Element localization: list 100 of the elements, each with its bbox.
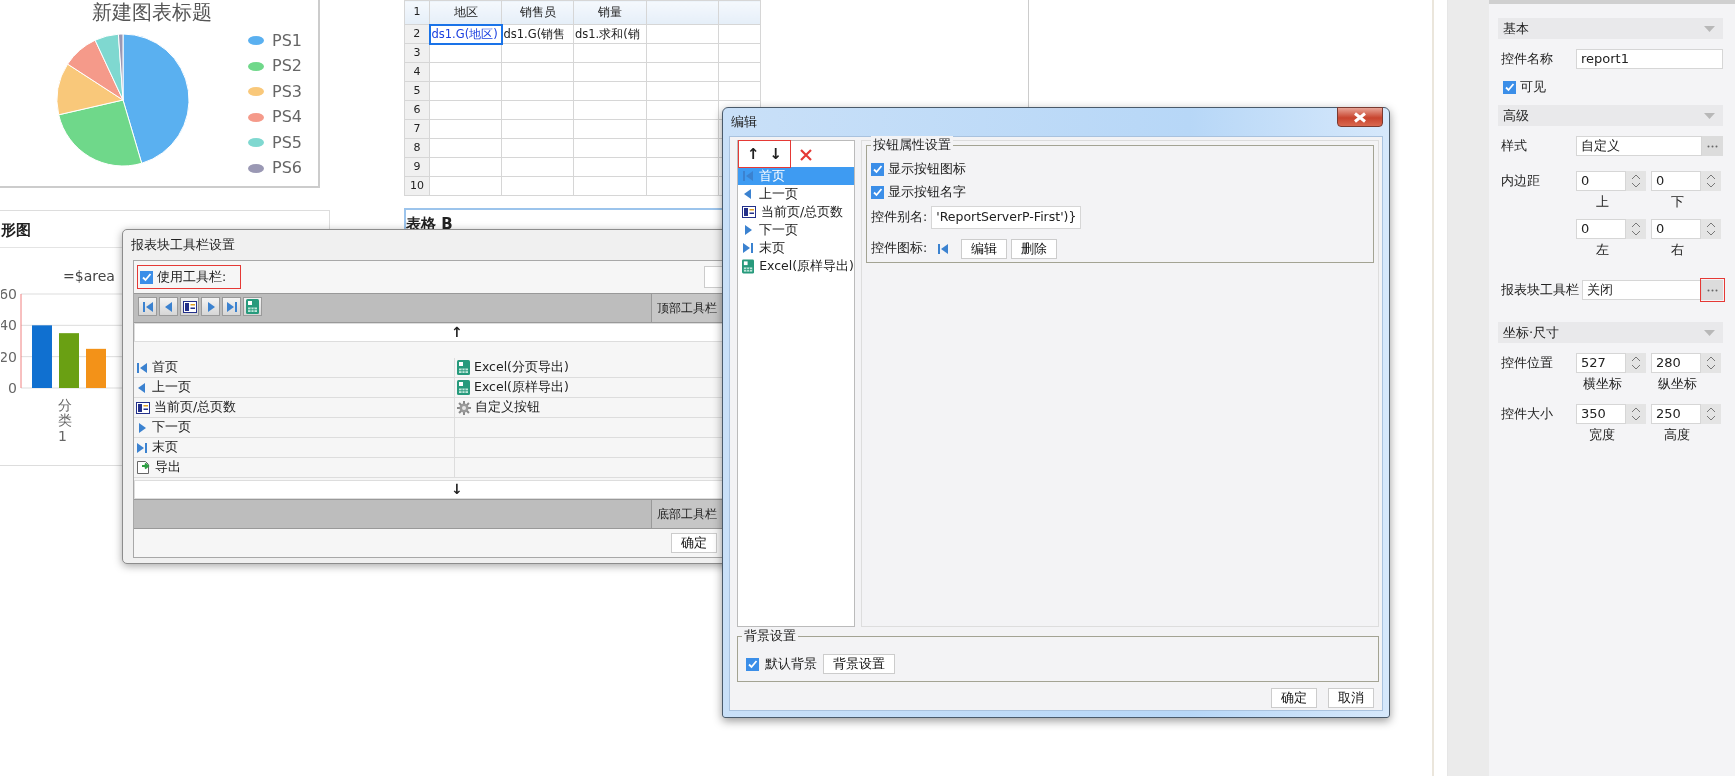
toolbar-label: 顶部工具栏	[657, 300, 717, 317]
section-header[interactable]: 坐标·尺寸	[1498, 322, 1723, 343]
spin-button[interactable]	[1701, 404, 1721, 424]
dialog-button[interactable]: 编辑	[961, 238, 1008, 259]
field-caption: 右	[1669, 241, 1685, 260]
spin-arrows-icon	[1631, 173, 1641, 189]
section-title: 坐标·尺寸	[1503, 323, 1560, 342]
number-field[interactable]: 0	[1651, 171, 1701, 191]
text-field[interactable]: report1	[1576, 49, 1723, 69]
number-field[interactable]: 527	[1576, 353, 1626, 373]
skip-end-icon	[136, 441, 148, 454]
field-label: 控件别名:	[871, 208, 928, 227]
text-field[interactable]: 'ReportServerP-First')}	[931, 206, 1082, 229]
close-icon	[1353, 111, 1367, 123]
more-icon	[1707, 288, 1718, 292]
list-item[interactable]: 下一页	[738, 221, 854, 239]
table-cell[interactable]: ds1.求和(销	[573, 24, 647, 44]
bar	[32, 325, 52, 388]
section-header[interactable]: 基本	[1498, 18, 1723, 39]
legend-label: PS2	[272, 55, 302, 78]
column-header: 销售员	[501, 0, 574, 25]
spin-button[interactable]	[1626, 404, 1646, 424]
close-button[interactable]	[1337, 107, 1383, 127]
spin-button[interactable]	[1701, 219, 1721, 239]
dialog-button[interactable]: 确定	[1271, 688, 1317, 708]
toolbar-button[interactable]	[180, 297, 199, 316]
dialog-button[interactable]: 背景设置	[823, 654, 895, 674]
table-cell[interactable]: ds1.G(销售	[501, 24, 574, 44]
chart-title: =$area	[63, 268, 115, 284]
table-cell[interactable]: ds1.G(地区)	[429, 24, 502, 44]
spin-button[interactable]	[1701, 353, 1721, 373]
skip-start-icon	[136, 361, 148, 374]
list-item[interactable]: 下一页	[134, 418, 455, 438]
move-up-arrow[interactable]: ↑	[451, 324, 463, 341]
skip-start-icon	[937, 242, 950, 255]
dialog-button[interactable]: 删除	[1011, 238, 1058, 259]
move-down-button[interactable]: ↓	[769, 145, 783, 163]
skip-start-icon	[742, 170, 754, 182]
spin-button[interactable]	[1626, 219, 1646, 239]
legend-label: PS3	[272, 80, 302, 103]
field-label: 控件图标:	[871, 239, 928, 258]
spin-button[interactable]	[1701, 171, 1721, 191]
legend-label: PS5	[272, 131, 302, 154]
list-item[interactable]: 当前页/总页数	[134, 398, 455, 418]
list-item[interactable]: Excel(原样导出)	[738, 257, 854, 275]
number-field[interactable]: 250	[1651, 404, 1701, 424]
spin-button[interactable]	[1626, 171, 1646, 191]
skip-end-icon	[742, 242, 754, 254]
spin-arrows-icon	[1631, 221, 1641, 237]
legend-label: PS1	[272, 29, 302, 52]
column-header: 销量	[573, 0, 647, 25]
section-header[interactable]: 高级	[1498, 105, 1723, 126]
list-item[interactable]: 首页	[134, 358, 455, 378]
bar	[86, 348, 106, 388]
number-field[interactable]: 350	[1576, 404, 1626, 424]
spin-arrows-icon	[1706, 355, 1716, 371]
list-item[interactable]: 上一页	[134, 378, 455, 398]
move-down-arrow[interactable]: ↓	[451, 481, 463, 498]
field-label: 样式	[1500, 136, 1528, 155]
section-title: 高级	[1503, 106, 1529, 125]
text-field[interactable]: 自定义	[1576, 136, 1702, 156]
skip-end-icon	[225, 300, 238, 313]
checkbox[interactable]	[746, 657, 759, 671]
number-field[interactable]: 0	[1576, 219, 1626, 239]
text-field[interactable]: 关闭	[1582, 280, 1702, 300]
toolbar-label: 底部工具栏	[657, 506, 717, 523]
caret-icon	[1704, 25, 1715, 32]
row-number: 1	[404, 0, 430, 25]
checkbox-label: 显示按钮图标	[888, 160, 966, 179]
number-field[interactable]: 280	[1651, 353, 1701, 373]
right-triangle-icon	[742, 224, 754, 236]
checkbox[interactable]	[140, 270, 153, 284]
page-counter-icon	[136, 401, 150, 414]
field-label: 报表块工具栏	[1500, 280, 1580, 299]
field-caption: 纵坐标	[1656, 375, 1698, 394]
list-item[interactable]: 末页	[738, 239, 854, 257]
field-caption: 下	[1669, 193, 1685, 212]
list-item[interactable]: 上一页	[738, 185, 854, 203]
spin-arrows-icon	[1706, 406, 1716, 422]
field-label: 控件大小	[1500, 404, 1554, 423]
list-item[interactable]: 导出	[134, 458, 455, 478]
checkbox[interactable]	[871, 163, 884, 177]
number-field[interactable]: 0	[1651, 219, 1701, 239]
number-field[interactable]: 0	[1576, 171, 1626, 191]
checkbox[interactable]	[871, 186, 884, 200]
dialog-button[interactable]: 取消	[1328, 688, 1374, 708]
more-icon	[1707, 144, 1718, 148]
list-item[interactable]: 当前页/总页数	[738, 203, 854, 221]
field-label: 控件位置	[1500, 353, 1554, 372]
axis-tick-label: 0	[8, 380, 17, 396]
ok-button[interactable]: 确定	[671, 533, 717, 553]
checkbox-label: 显示按钮名字	[888, 183, 966, 202]
spin-button[interactable]	[1626, 353, 1646, 373]
checkbox-label: 使用工具栏:	[157, 267, 227, 286]
section-title: 基本	[1503, 19, 1529, 38]
spreadsheet-icon	[246, 299, 259, 314]
list-item[interactable]: 末页	[134, 438, 455, 458]
checkbox[interactable]	[1503, 80, 1516, 94]
caret-icon	[1704, 329, 1715, 336]
move-up-button[interactable]: ↑	[747, 145, 760, 163]
